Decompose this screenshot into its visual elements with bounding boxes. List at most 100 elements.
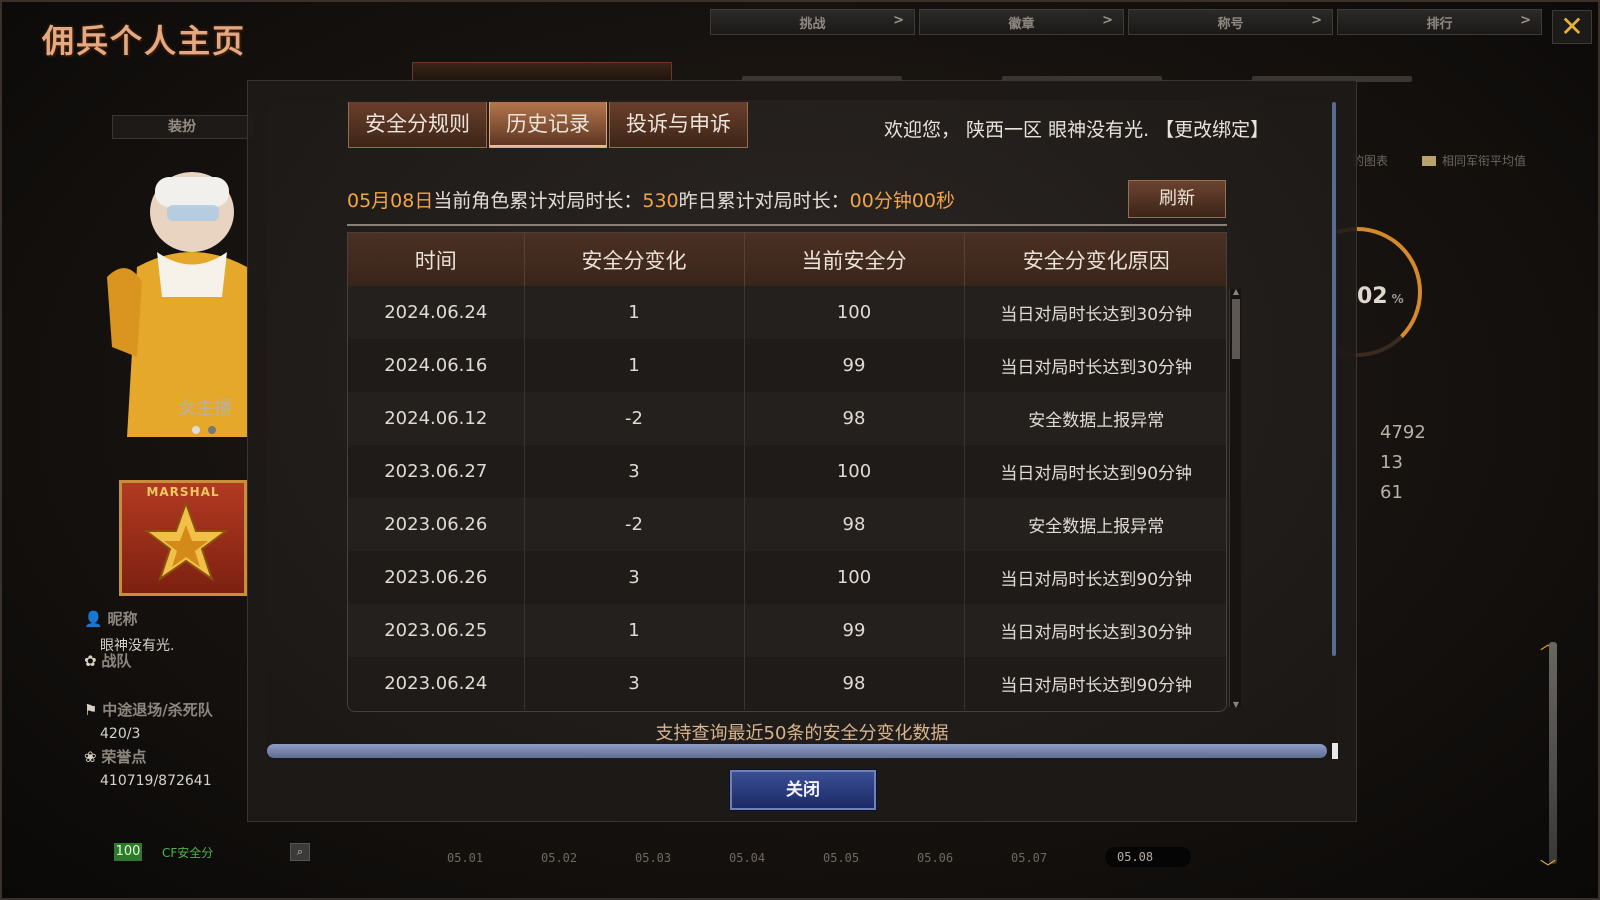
star-rank-icon (143, 500, 229, 582)
cell-score: 98 (744, 392, 965, 445)
date-item-selected[interactable]: 05.08 (1105, 847, 1191, 867)
honor-block: ❀ 荣誉点 410719/872641 (84, 746, 212, 789)
table-row: 2024.06.16 1 99 当日对局时长达到30分钟 (348, 339, 1226, 392)
tab-label: 排行 (1426, 16, 1453, 32)
scrollbar-end (1332, 743, 1338, 759)
safety-score-bar: 100 CF安全分 ⌕ (114, 843, 310, 861)
history-table: 时间 安全分变化 当前安全分 安全分变化原因 2024.06.24 1 100 … (347, 232, 1227, 712)
cell-score: 100 (744, 286, 965, 339)
team-block: ✿ 战队 (84, 650, 131, 671)
date-item[interactable]: 05.03 (635, 851, 729, 867)
tab-label: 徽章 (1008, 16, 1035, 32)
gauge-unit: % (1391, 292, 1404, 306)
cell-score: 99 (744, 604, 965, 657)
date-item[interactable]: 05.01 (447, 851, 541, 867)
scrollbar-thumb[interactable] (1232, 299, 1240, 359)
cell-change: -2 (524, 392, 745, 445)
honor-icon: ❀ (84, 748, 97, 766)
stats-value-yesterday: 00分钟00秒 (849, 190, 956, 212)
tab-history[interactable]: 历史记录 (489, 102, 607, 148)
stats-label-yesterday: 昨日累计对局时长： (678, 190, 850, 212)
table-row: 2023.06.26 3 100 当日对局时长达到90分钟 (348, 551, 1226, 604)
quit-value: 420/3 (100, 726, 141, 742)
scroll-down-icon[interactable]: ﹀ (1540, 854, 1556, 878)
cell-time: 2023.06.26 (348, 498, 525, 551)
running-icon: ⚑ (84, 701, 98, 719)
divider (347, 224, 1227, 226)
stats-date: 05月08日 (347, 190, 434, 212)
right-stat: 13 (1380, 452, 1403, 473)
welcome-text[interactable]: 欢迎您， 陕西一区 眼神没有光. 【更改绑定】 (884, 115, 1269, 142)
chart-legend: 的图表 相同军衔平均值 (1352, 152, 1526, 169)
tab-label: 挑战 (799, 16, 826, 32)
tab-titles[interactable]: 称号 > (1128, 9, 1333, 35)
right-stat: 61 (1380, 482, 1403, 503)
close-button[interactable]: 关闭 (730, 770, 876, 810)
page-title: 佣兵个人主页 (42, 22, 247, 60)
cell-score: 100 (744, 551, 965, 604)
tab-safety-rules[interactable]: 安全分规则 (348, 102, 487, 148)
cell-time: 2024.06.24 (348, 286, 525, 339)
scroll-down-icon[interactable]: ▼ (1230, 700, 1242, 709)
date-item[interactable]: 05.02 (541, 851, 635, 867)
date-item[interactable]: 05.04 (729, 851, 823, 867)
tab-ranking[interactable]: 排行 > (1337, 9, 1542, 35)
table-row: 2023.06.24 3 98 当日对局时长达到90分钟 (348, 657, 1226, 710)
column-header: 时间 (348, 233, 525, 286)
refresh-button[interactable]: 刷新 (1128, 180, 1226, 218)
cell-reason: 安全数据上报异常 (964, 392, 1226, 445)
cell-reason: 当日对局时长达到90分钟 (964, 657, 1226, 710)
cell-score: 99 (744, 339, 965, 392)
cell-reason: 当日对局时长达到30分钟 (964, 339, 1226, 392)
cell-change: 1 (524, 286, 745, 339)
cell-time: 2023.06.26 (348, 551, 525, 604)
stats-label-total: 当前角色累计对局时长： (433, 190, 643, 212)
table-row: 2023.06.26 -2 98 安全数据上报异常 (348, 498, 1226, 551)
nickname-block: 👤 昵称 眼神没有光. (84, 608, 174, 655)
date-item[interactable]: 05.07 (1011, 851, 1105, 867)
team-label: 战队 (101, 652, 132, 670)
date-item[interactable]: 05.05 (823, 851, 917, 867)
cell-time: 2023.06.24 (348, 657, 525, 710)
table-scrollbar[interactable]: ▲ ▼ (1229, 287, 1242, 709)
table-header-row: 时间 安全分变化 当前安全分 安全分变化原因 (348, 233, 1226, 286)
avatar-pager[interactable] (192, 426, 216, 434)
rank-badge: MARSHAL (119, 480, 247, 596)
cell-time: 2024.06.16 (348, 339, 525, 392)
tab-complaint[interactable]: 投诉与申诉 (609, 102, 748, 148)
dress-up-button[interactable]: 装扮 (112, 115, 252, 139)
page-scrollbar[interactable] (1549, 642, 1557, 864)
column-header: 当前安全分 (744, 233, 965, 286)
safety-score-badge: 100 (114, 843, 142, 861)
modal-scrollbar[interactable] (1332, 102, 1336, 656)
quit-label: 中途退场/杀死队 (102, 701, 213, 719)
table-row: 2023.06.25 1 99 当日对局时长达到30分钟 (348, 604, 1226, 657)
tab-challenge[interactable]: 挑战 > (710, 9, 915, 35)
cell-score: 98 (744, 498, 965, 551)
search-icon[interactable]: ⌕ (290, 843, 310, 861)
scroll-up-icon[interactable]: ▲ (1230, 287, 1242, 296)
right-stat: 4792 (1380, 422, 1426, 443)
cf-safety-label[interactable]: CF安全分 (162, 844, 290, 861)
tab-badges[interactable]: 徽章 > (919, 9, 1124, 35)
cell-time: 2023.06.25 (348, 604, 525, 657)
history-note: 支持查询最近50条的安全分变化数据 (655, 723, 949, 744)
cell-change: 1 (524, 339, 745, 392)
close-icon[interactable]: ✕ (1552, 10, 1592, 44)
cell-change: -2 (524, 498, 745, 551)
modal-tabs: 安全分规则 历史记录 投诉与申诉 (348, 102, 750, 148)
cell-score: 100 (744, 445, 965, 498)
chevron-right-icon: > (893, 13, 904, 28)
top-tab-bar: 挑战 > 徽章 > 称号 > 排行 > (710, 9, 1542, 35)
cell-time: 2024.06.12 (348, 392, 525, 445)
table-row: 2024.06.24 1 100 当日对局时长达到30分钟 (348, 286, 1226, 339)
table-row: 2023.06.27 3 100 当日对局时长达到90分钟 (348, 445, 1226, 498)
honor-label: 荣誉点 (101, 748, 147, 766)
date-item[interactable]: 05.06 (917, 851, 1011, 867)
gauge-value: 02% (1357, 284, 1404, 309)
horizontal-scrollbar[interactable] (267, 744, 1327, 758)
tab-label: 称号 (1217, 16, 1244, 32)
column-header: 安全分变化 (524, 233, 745, 286)
stats-value-total: 530 (642, 190, 679, 212)
chevron-right-icon: > (1102, 13, 1113, 28)
